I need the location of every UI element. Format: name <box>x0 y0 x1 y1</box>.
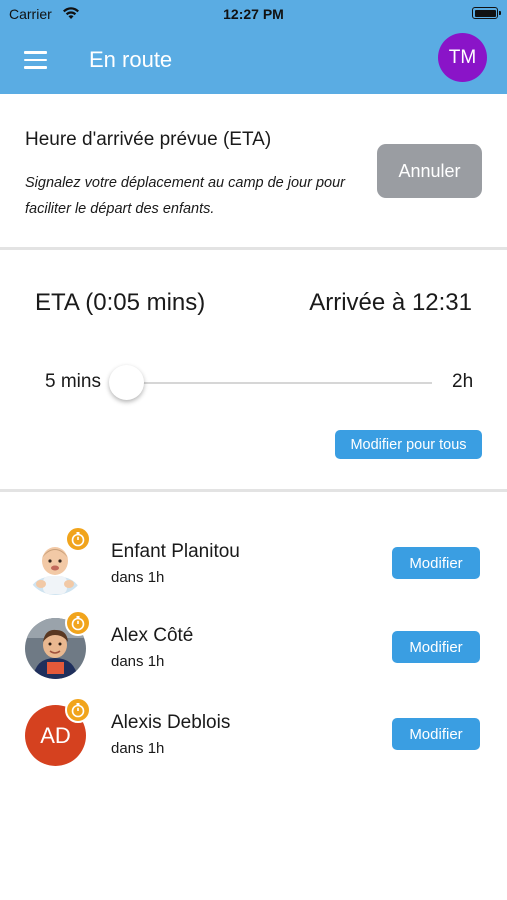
list-item: AD Alexis Deblois dans 1h Modifier <box>0 697 507 767</box>
child-name: Enfant Planitou <box>111 541 240 562</box>
eta-slider-track[interactable] <box>126 382 432 384</box>
eta-slider-thumb[interactable] <box>108 365 144 400</box>
page-title: En route <box>89 47 173 72</box>
divider <box>0 489 507 492</box>
navigation-bar: En route TM <box>0 28 507 94</box>
child-eta: dans 1h <box>111 569 165 586</box>
eta-slider-section: ETA (0:05 mins) Arrivée à 12:31 5 mins 2… <box>0 251 507 490</box>
arrival-time: Arrivée à 12:31 <box>309 289 472 316</box>
stopwatch-icon <box>65 610 91 636</box>
child-eta: dans 1h <box>111 653 165 670</box>
modify-all-button[interactable]: Modifier pour tous <box>335 430 482 459</box>
child-name: Alex Côté <box>111 625 194 646</box>
list-item: Enfant Planitou dans 1h Modifier <box>0 526 507 596</box>
child-name: Alexis Deblois <box>111 712 231 733</box>
slider-min-label: 5 mins <box>45 371 101 392</box>
hamburger-menu-icon[interactable] <box>24 51 47 69</box>
child-eta: dans 1h <box>111 740 165 757</box>
battery-icon <box>472 7 501 19</box>
eta-info-section: Heure d'arrivée prévue (ETA) Signalez vo… <box>0 94 507 248</box>
edit-button[interactable]: Modifier <box>392 631 480 663</box>
eta-heading: Heure d'arrivée prévue (ETA) <box>25 129 272 150</box>
user-avatar[interactable]: TM <box>438 33 487 82</box>
edit-button[interactable]: Modifier <box>392 547 480 579</box>
slider-max-label: 2h <box>452 371 474 392</box>
stopwatch-icon <box>65 526 91 552</box>
list-item: Alex Côté dans 1h Modifier <box>0 610 507 680</box>
edit-button[interactable]: Modifier <box>392 718 480 750</box>
eta-description: Signalez votre déplacement au camp de jo… <box>25 175 345 217</box>
divider <box>0 247 507 250</box>
cancel-button[interactable]: Annuler <box>377 144 482 198</box>
stopwatch-icon <box>65 697 91 723</box>
clock: 12:27 PM <box>223 6 284 22</box>
status-bar: Carrier 12:27 PM <box>0 0 507 28</box>
eta-value: ETA (0:05 mins) <box>35 289 206 316</box>
